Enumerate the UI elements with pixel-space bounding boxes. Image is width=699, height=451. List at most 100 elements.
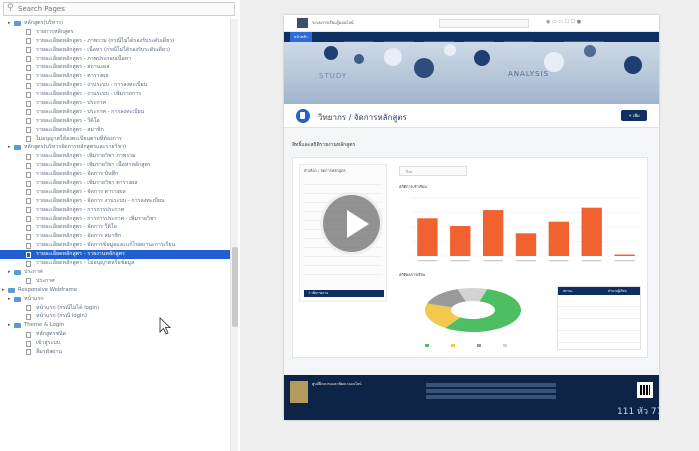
site-name: ระบบการเรียนรู้ออนไลน์	[312, 20, 354, 25]
tree-folder[interactable]: ▸ หลักสูตร(บริหารจัดการหลักสูตรและรายวิชา…	[0, 143, 230, 152]
nav-item[interactable]	[564, 32, 604, 42]
tree-item-label: รายละเอียดหลักสูตร - ประกาศ	[36, 100, 106, 107]
page-icon	[26, 313, 31, 320]
page-icon	[26, 189, 31, 196]
tree-page-item[interactable]: ลืมรหัสผ่าน	[0, 348, 230, 357]
tree-page-item[interactable]: รายละเอียดหลักสูตร - การการประกาศ - เพิ่…	[0, 215, 230, 224]
nav-item[interactable]	[424, 32, 454, 42]
page-header: วิทยากร / จัดการหลักสูตร + เพิ่ม	[284, 104, 659, 128]
play-icon	[347, 210, 369, 238]
nav-item[interactable]	[464, 32, 494, 42]
bar	[515, 233, 537, 256]
tree-page-item[interactable]: รายละเอียดหลักสูตร - จัดการ วีดิโอ	[0, 223, 230, 232]
tree-page-item[interactable]: รายละเอียดหลักสูตร - งานระบบ - เพิ่มรายก…	[0, 90, 230, 99]
tree-page-item[interactable]: หน้าแรก (กรณี login)	[0, 312, 230, 321]
page-icon	[26, 82, 31, 89]
legend-swatch	[451, 344, 455, 347]
tree-scrollbar[interactable]	[230, 19, 238, 451]
tree-page-item[interactable]: รายละเอียดหลักสูตร - เนื้อหา (กรณีไม่ได้…	[0, 46, 230, 55]
tree-folder[interactable]: ▸ ประกาศ	[0, 268, 230, 277]
tree-page-item[interactable]: รายละเอียดหลักสูตร - เพิ่มรายวิชา ภาพรวม	[0, 152, 230, 161]
legend-swatch	[477, 344, 481, 347]
tree-item-label: รายละเอียดหลักสูตร - จัดการ สมาชิก	[36, 233, 122, 240]
tree-page-item[interactable]: รายละเอียดหลักสูตร - จัดการ งานระบบ - กา…	[0, 197, 230, 206]
tree-page-item[interactable]: รายการหลักสูตร	[0, 28, 230, 37]
tree-page-item[interactable]: รายละเอียดหลักสูตร - ไม่อนุญาตหรือข้อมูล	[0, 259, 230, 268]
page-tree-panel: ⚲ ▸ หลักสูตร(บริหาร) รายการหลักสูตรรายละเอ…	[0, 0, 240, 451]
tree-page-item[interactable]: รายละเอียดหลักสูตร - ภาพประกอบเนื้อหา	[0, 55, 230, 64]
bar	[614, 254, 635, 256]
expand-toggle-icon[interactable]: ▸	[8, 323, 11, 328]
tree-page-item[interactable]: หลักสูตรชนิด	[0, 330, 230, 339]
search-box[interactable]: ⚲	[3, 2, 235, 16]
bar	[417, 218, 438, 256]
page-icon	[26, 331, 31, 338]
tree-page-item[interactable]: รายละเอียดหลักสูตร - จัดการ ตารางผล	[0, 188, 230, 197]
tree-page-item[interactable]: รายละเอียดหลักสูตร - ภาพรวม (กรณีไม่ได้ร…	[0, 37, 230, 46]
tree-page-item[interactable]: รายละเอียดหลักสูตร - สถานะผล	[0, 63, 230, 72]
expand-toggle-icon[interactable]: ▸	[8, 296, 11, 301]
tree-page-item[interactable]: รายละเอียดหลักสูตร - ประกาศ	[0, 99, 230, 108]
footer-links[interactable]	[426, 383, 556, 401]
tree-page-item[interactable]: ประกาศ	[0, 277, 230, 286]
tree-page-item[interactable]: รายละเอียดหลักสูตร - ตารางผล	[0, 72, 230, 81]
tree-folder[interactable]: ▸ Theme & Login	[0, 321, 230, 330]
video-play-button[interactable]	[320, 192, 383, 255]
nav-item[interactable]	[504, 32, 534, 42]
expand-toggle-icon[interactable]: ▸	[8, 21, 11, 26]
tree-folder[interactable]: ▸ หลักสูตร(บริหาร)	[0, 19, 230, 28]
add-button[interactable]: + เพิ่ม	[621, 110, 647, 121]
tree-page-item[interactable]: หน้าแรก (กรณีไม่ได้ login)	[0, 304, 230, 313]
page-icon	[26, 242, 31, 249]
page-icon	[26, 233, 31, 240]
expand-toggle-icon[interactable]: ▸	[8, 269, 11, 274]
tree-page-item[interactable]: รายละเอียดหลักสูตร - วีดิโอ	[0, 117, 230, 126]
page-icon	[26, 171, 31, 178]
page-icon	[26, 349, 31, 356]
tree-page-item[interactable]: รายละเอียดหลักสูตร - ประกาศ - การลงทะเบี…	[0, 108, 230, 117]
page-icon	[26, 91, 31, 98]
tree-page-item[interactable]: รายละเอียดหลักสูตร - จัดการ สมาชิก	[0, 232, 230, 241]
tree-page-item[interactable]: เข้าสู่ระบบ	[0, 339, 230, 348]
tree-page-item[interactable]: ไม่อนุญาตให้ลงทะเบียนตามที่ต้องการ	[0, 135, 230, 144]
expand-toggle-icon[interactable]: ▸	[8, 145, 11, 150]
x-tick-label	[614, 260, 635, 262]
nav-item[interactable]	[384, 32, 414, 42]
search-icon: ⚲	[7, 3, 14, 13]
tree-page-item[interactable]: รายละเอียดหลักสูตร - จัดการข้อมูลและแก้ไ…	[0, 241, 230, 250]
site-search-input[interactable]	[439, 19, 529, 28]
expand-toggle-icon[interactable]: ▸	[2, 287, 5, 292]
tree-item-label: รายการหลักสูตร	[36, 28, 74, 35]
bar	[482, 210, 504, 256]
tree-page-item[interactable]: รายละเอียดหลักสูตร - รายงานหลักสูตร	[0, 250, 230, 260]
page-icon	[26, 278, 31, 285]
page-icon	[26, 224, 31, 231]
tree-page-item[interactable]: รายละเอียดหลักสูตร - สมาชิก	[0, 126, 230, 135]
tree-page-item[interactable]: รายละเอียดหลักสูตร - งานระบบ - การลงทะเบ…	[0, 81, 230, 90]
tree-page-item[interactable]: รายละเอียดหลักสูตร - เพิ่มรายวิชา ตารางผ…	[0, 179, 230, 188]
page-icon	[26, 260, 31, 267]
tree-page-item[interactable]: รายละเอียดหลักสูตร - จัดการ บันทึก	[0, 170, 230, 179]
nav-item-home[interactable]: หน้าหลัก	[290, 32, 312, 42]
year-filter-select[interactable]: ปีงบ	[399, 166, 467, 176]
nav-item[interactable]	[344, 32, 374, 42]
topbar-icons[interactable]: ◉ ▭ ▭ ☐ ☐ ●	[546, 19, 581, 25]
scrollbar-thumb[interactable]	[232, 247, 238, 327]
tree-folder[interactable]: ▸ หน้าแรก	[0, 295, 230, 304]
bar-chart	[411, 197, 641, 262]
page-icon	[26, 180, 31, 187]
tree-item-label: รายละเอียดหลักสูตร - จัดการ งานระบบ - กา…	[36, 197, 165, 204]
tree-item-label: รายละเอียดหลักสูตร - เพิ่มรายวิชา เนื้อห…	[36, 162, 151, 169]
tree-item-label: รายละเอียดหลักสูตร - ภาพรวม (กรณีไม่ได้ร…	[36, 37, 175, 44]
tree-item-label: รายละเอียดหลักสูตร - จัดการ บันทึก	[36, 171, 119, 178]
search-input[interactable]	[18, 4, 232, 14]
summary-table: สถานะ จำนวนผู้เรียน	[557, 286, 641, 350]
tree-folder[interactable]: ▸ Responsive Webframe	[0, 286, 230, 295]
bar-chart-title: สถิติการเข้าเรียน	[399, 184, 427, 189]
tree-item-label: รายละเอียดหลักสูตร - จัดการข้อมูลและแก้ไ…	[36, 242, 176, 249]
add-report-button[interactable]: + เพิ่มรายงาน	[304, 290, 384, 297]
tree-item-label: รายละเอียดหลักสูตร - สถานะผล	[36, 64, 110, 71]
tree-page-item[interactable]: รายละเอียดหลักสูตร - เพิ่มรายวิชา เนื้อห…	[0, 161, 230, 170]
tree-page-item[interactable]: รายละเอียดหลักสูตร - การการประกาศ	[0, 206, 230, 215]
page-icon	[26, 100, 31, 107]
